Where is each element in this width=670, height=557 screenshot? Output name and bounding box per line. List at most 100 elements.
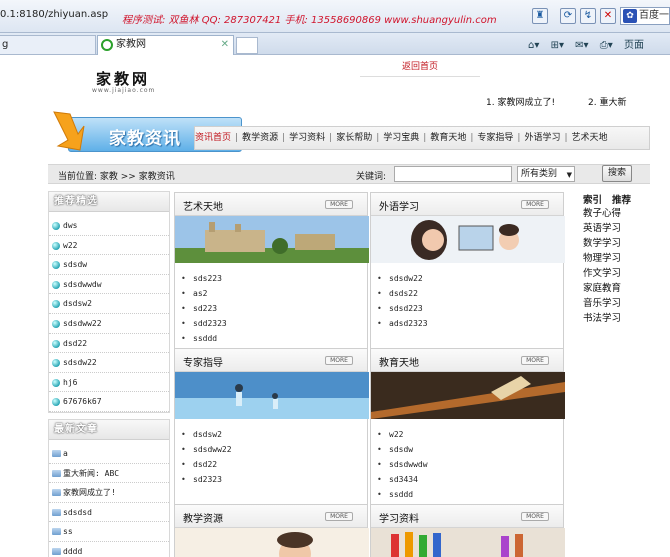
article-link[interactable]: sd2323 xyxy=(181,472,367,487)
index-tab[interactable]: 索引 xyxy=(583,195,602,206)
index-link[interactable]: 家庭教育 xyxy=(583,281,653,296)
more-button[interactable]: MORE xyxy=(325,512,353,521)
refresh-icon[interactable]: ⟳ xyxy=(560,8,576,24)
article-link[interactable]: sdsdw22 xyxy=(377,271,563,286)
index-link[interactable]: 作文学习 xyxy=(583,266,653,281)
index-link[interactable]: 数学学习 xyxy=(583,236,653,251)
tab-active[interactable]: 家教网 ✕ xyxy=(97,35,234,55)
back-home-link[interactable]: 返回首页 xyxy=(360,60,480,77)
search-engine-box[interactable]: ✿ 百度一 xyxy=(620,7,670,25)
more-button[interactable]: MORE xyxy=(521,356,549,365)
search-engine-label: 百度一 xyxy=(639,10,669,21)
compat-view-icon[interactable]: ♜ xyxy=(532,8,548,24)
bullet-icon xyxy=(52,339,60,348)
index-link[interactable]: 音乐学习 xyxy=(583,296,653,311)
list-item-label: ss xyxy=(63,527,73,537)
list-item-label: sdsdsd xyxy=(63,507,92,517)
article-link[interactable]: sdsd223 xyxy=(377,301,563,316)
nav-item[interactable]: 学习宝典 xyxy=(383,133,419,143)
article-link[interactable]: ssddd xyxy=(377,487,563,502)
tab-previous[interactable]: g xyxy=(0,35,96,55)
index-link[interactable]: 教子心得 xyxy=(583,206,653,221)
list-item-label: sdsdw22 xyxy=(63,358,97,368)
news-ticker-item[interactable]: 1. 家教网成立了! xyxy=(486,95,555,108)
list-item[interactable]: dddd xyxy=(49,542,169,557)
more-button[interactable]: MORE xyxy=(521,200,549,209)
category-select[interactable]: 所有类别 ▼ xyxy=(517,166,575,182)
feeds-icon[interactable]: ⊞▾ xyxy=(551,40,564,51)
nav-item[interactable]: 外语学习 xyxy=(524,133,560,143)
list-item[interactable]: 家教网成立了! xyxy=(49,483,169,503)
search-button[interactable]: 搜索 xyxy=(602,165,632,182)
recommend-title: 推荐精选 xyxy=(49,192,169,212)
home-icon[interactable]: ⌂▾ xyxy=(528,40,539,51)
nav-item[interactable]: 学习资料 xyxy=(289,133,325,143)
list-item-label: 家教网成立了! xyxy=(63,488,116,498)
list-item[interactable]: sdsdww22 xyxy=(49,314,169,334)
list-item-label: 67676k67 xyxy=(63,397,102,407)
article-link[interactable]: w22 xyxy=(377,427,563,442)
recommend-tab[interactable]: 推荐 xyxy=(612,195,631,206)
list-item[interactable]: 重大新闻: ABC xyxy=(49,464,169,484)
article-link[interactable]: sds223 xyxy=(181,271,367,286)
list-item-label: a xyxy=(63,449,68,458)
beach-photo xyxy=(175,372,369,419)
latest-list: a 重大新闻: ABC 家教网成立了! sdsdsd ss dddd xyxy=(49,440,169,557)
article-link[interactable]: sdsdwwdw xyxy=(377,457,563,472)
site-logo[interactable]: 家教网 xyxy=(96,68,150,89)
index-link-label: 英语学习 xyxy=(583,223,622,234)
stop-icon[interactable]: ✕ xyxy=(600,8,616,24)
article-link[interactable]: sd3434 xyxy=(377,472,563,487)
list-item[interactable]: sdsdsd xyxy=(49,503,169,523)
article-link[interactable]: adsd2323 xyxy=(377,316,563,331)
panel-title: 专家指导 xyxy=(183,358,223,369)
nav-item[interactable]: 家长帮助 xyxy=(336,133,372,143)
nav-item[interactable]: 教育天地 xyxy=(430,133,466,143)
keyword-label: 关键词: xyxy=(356,172,387,182)
list-item[interactable]: sdsdwwdw xyxy=(49,275,169,295)
keyword-input[interactable] xyxy=(394,166,512,182)
article-link[interactable]: sdd2323 xyxy=(181,316,367,331)
panel-teach: 教学资源 MORE xyxy=(174,504,369,557)
list-item[interactable]: sdsdw xyxy=(49,255,169,275)
article-link[interactable]: dsds22 xyxy=(377,286,563,301)
go-icon[interactable]: ↯ xyxy=(580,8,596,24)
nav-item[interactable]: 艺术天地 xyxy=(572,133,608,143)
list-item[interactable]: 67676k67 xyxy=(49,392,169,412)
list-item[interactable]: dws xyxy=(49,216,169,236)
list-item[interactable]: dsd22 xyxy=(49,334,169,354)
article-link[interactable]: sdsdw xyxy=(377,442,563,457)
nav-item[interactable]: 教学资源 xyxy=(242,133,278,143)
new-tab-button[interactable] xyxy=(236,37,258,54)
url-field[interactable]: 0.1:8180/zhiyuan.asp xyxy=(0,9,108,20)
list-item[interactable]: a xyxy=(49,444,169,464)
list-item[interactable]: ss xyxy=(49,522,169,542)
index-link[interactable]: 书法学习 xyxy=(583,311,653,326)
list-item[interactable]: w22 xyxy=(49,236,169,256)
index-link[interactable]: 英语学习 xyxy=(583,221,653,236)
article-link[interactable]: as2 xyxy=(181,286,367,301)
article-link[interactable]: dsd22 xyxy=(181,457,367,472)
more-button[interactable]: MORE xyxy=(325,356,353,365)
news-ticker-item[interactable]: 2. 重大新 xyxy=(588,95,626,108)
article-link[interactable]: sd223 xyxy=(181,301,367,316)
article-link-label: dsd22 xyxy=(193,460,218,469)
list-item[interactable]: sdsdw22 xyxy=(49,353,169,373)
kids-photo xyxy=(371,216,565,263)
article-link[interactable]: ssddd xyxy=(181,331,367,346)
index-link[interactable]: 物理学习 xyxy=(583,251,653,266)
print-icon[interactable]: ⎙▾ xyxy=(600,40,613,51)
more-button[interactable]: MORE xyxy=(325,200,353,209)
close-tab-icon[interactable]: ✕ xyxy=(221,36,229,54)
article-link[interactable]: sdsdww22 xyxy=(181,442,367,457)
nav-item-home[interactable]: 资讯首页 xyxy=(195,133,231,143)
bullet-icon xyxy=(52,319,60,328)
article-link[interactable]: dsdsw2 xyxy=(181,427,367,442)
list-item[interactable]: dsdsw2 xyxy=(49,294,169,314)
more-button[interactable]: MORE xyxy=(521,512,549,521)
page-menu[interactable]: 页面 xyxy=(624,36,644,51)
list-item[interactable]: hj6 xyxy=(49,373,169,393)
mail-icon[interactable]: ✉▾ xyxy=(575,40,588,51)
panel-list: w22 sdsdw sdsdwwdw sd3434 ssddd xyxy=(371,422,563,502)
nav-item[interactable]: 专家指导 xyxy=(477,133,513,143)
